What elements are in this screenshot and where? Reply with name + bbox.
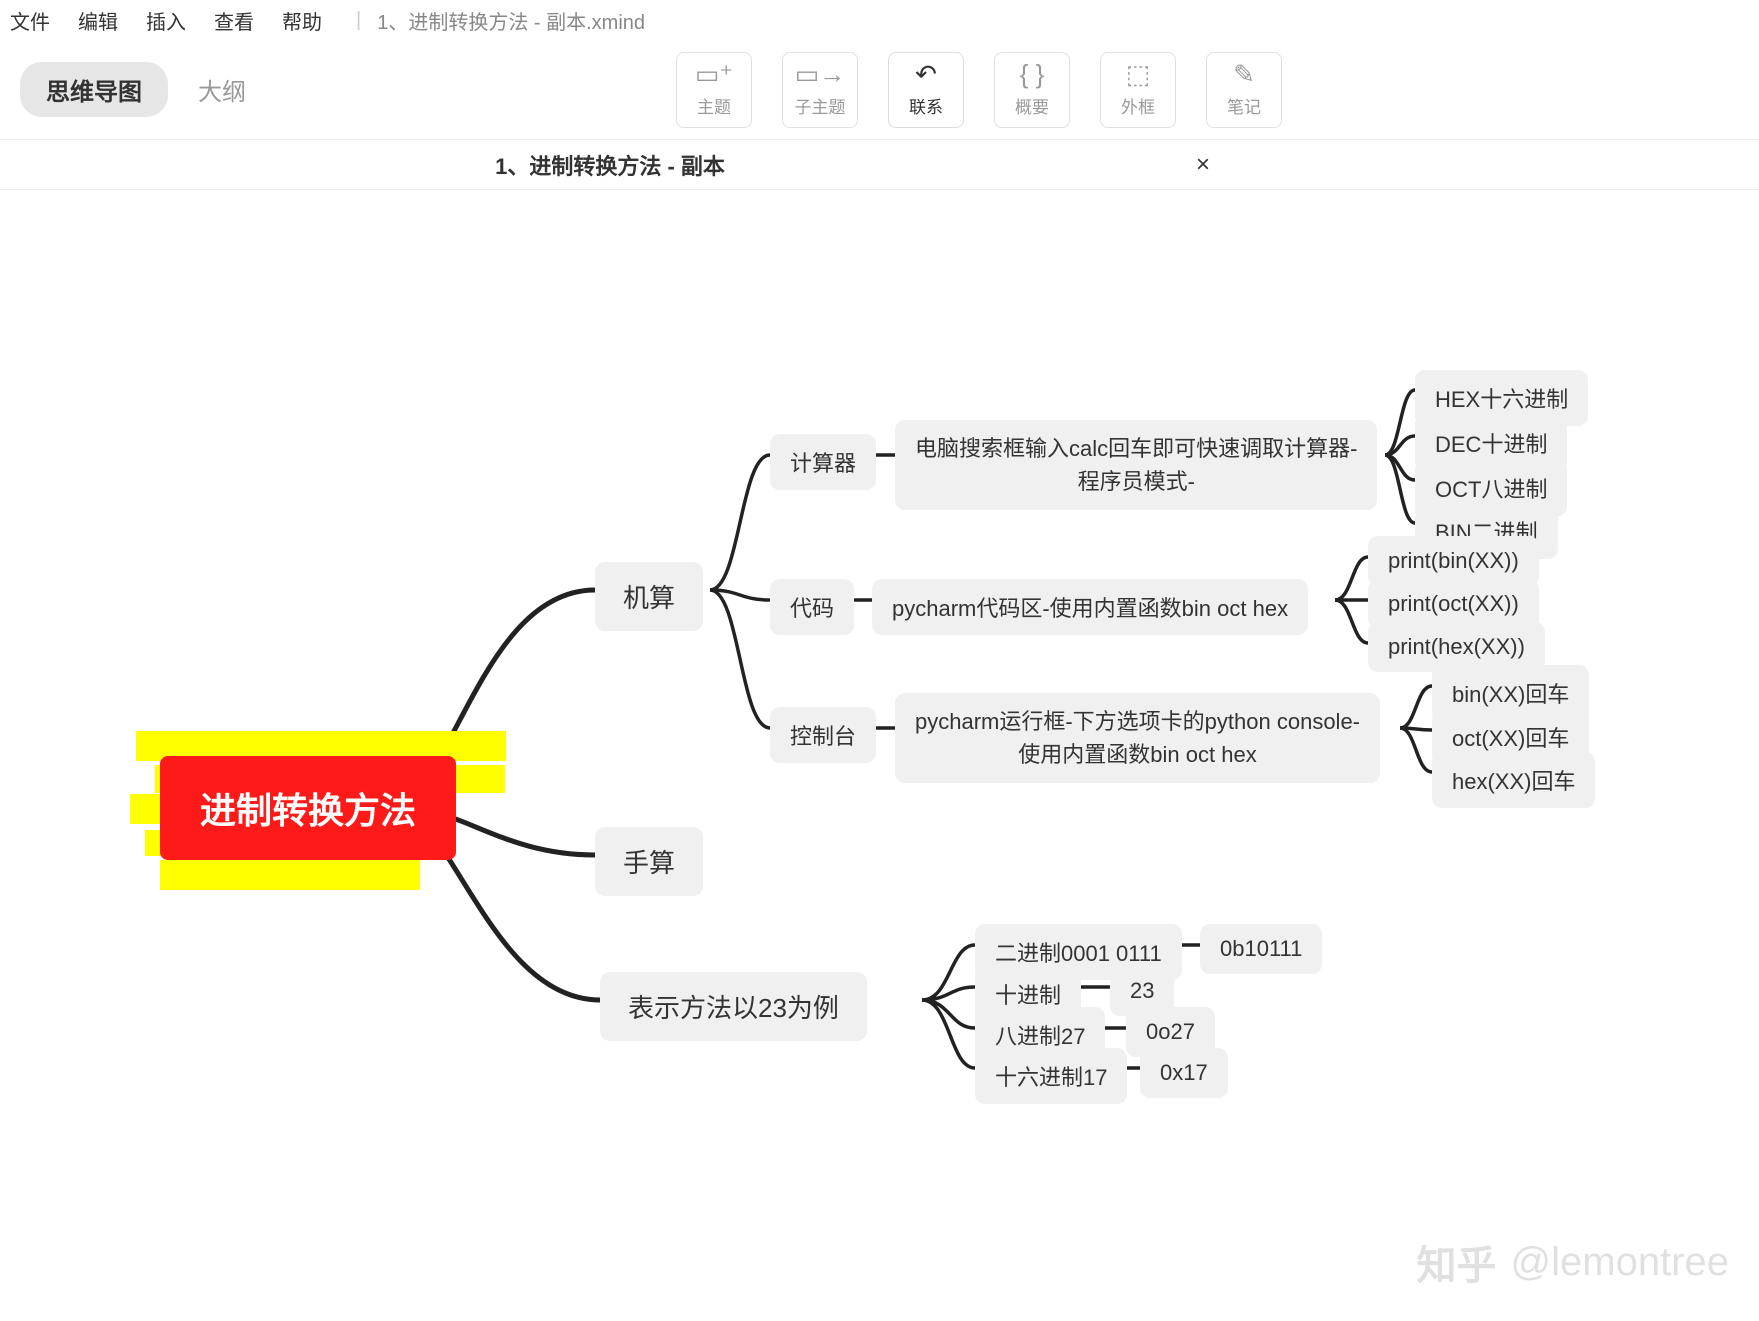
tabbar: 1、进制转换方法 - 副本 × <box>0 140 1759 190</box>
tool-topic-label: 主题 <box>697 93 731 118</box>
tool-topic[interactable]: ▭⁺ 主题 <box>676 52 752 128</box>
mindmap-canvas[interactable]: 进制转换方法 机算 手算 表示方法以23为例 计算器 电脑搜索框输入calc回车… <box>0 190 1759 1321</box>
tab-close-icon[interactable]: × <box>1196 151 1210 179</box>
tool-summary-label: 概要 <box>1015 93 1049 118</box>
topic-icon: ▭⁺ <box>695 61 733 87</box>
node-console-desc[interactable]: pycharm运行框-下方选项卡的python console- 使用内置函数b… <box>895 693 1380 783</box>
menu-edit[interactable]: 编辑 <box>78 6 118 35</box>
tab-title: 1、进制转换方法 - 副本 <box>495 149 725 181</box>
node-machine[interactable]: 机算 <box>595 562 703 631</box>
toolbar: 思维导图 大纲 ▭⁺ 主题 ▭→ 子主题 ↶ 联系 { } 概要 ⬚ 外框 ✎ … <box>0 40 1759 140</box>
menubar: 文件 编辑 插入 查看 帮助 1、进制转换方法 - 副本.xmind <box>0 0 1759 40</box>
tool-notes[interactable]: ✎ 笔记 <box>1206 52 1282 128</box>
relationship-icon: ↶ <box>915 61 937 87</box>
node-root[interactable]: 进制转换方法 <box>160 756 456 860</box>
node-notation-bin-v[interactable]: 0b10111 <box>1200 924 1322 974</box>
node-code[interactable]: 代码 <box>770 579 854 635</box>
notes-icon: ✎ <box>1233 61 1255 87</box>
menu-view[interactable]: 查看 <box>214 6 254 35</box>
tool-relationship[interactable]: ↶ 联系 <box>888 52 964 128</box>
node-code-desc[interactable]: pycharm代码区-使用内置函数bin oct hex <box>872 579 1308 635</box>
node-notation[interactable]: 表示方法以23为例 <box>600 972 867 1041</box>
menu-insert[interactable]: 插入 <box>146 6 186 35</box>
view-outline-toggle[interactable]: 大纲 <box>188 62 256 117</box>
node-calc[interactable]: 计算器 <box>770 434 876 490</box>
tool-buttons: ▭⁺ 主题 ▭→ 子主题 ↶ 联系 { } 概要 ⬚ 外框 ✎ 笔记 <box>676 52 1282 128</box>
document-tab[interactable]: 1、进制转换方法 - 副本 × <box>0 140 1260 189</box>
node-console[interactable]: 控制台 <box>770 707 876 763</box>
summary-icon: { } <box>1020 61 1045 87</box>
view-toggle: 思维导图 大纲 <box>20 62 256 117</box>
node-notation-hex-v[interactable]: 0x17 <box>1140 1048 1228 1098</box>
node-console-hex[interactable]: hex(XX)回车 <box>1432 752 1595 808</box>
tool-relationship-label: 联系 <box>909 93 943 118</box>
tool-boundary-label: 外框 <box>1121 93 1155 118</box>
node-calc-desc[interactable]: 电脑搜索框输入calc回车即可快速调取计算器- 程序员模式- <box>895 420 1377 510</box>
window-filename: 1、进制转换方法 - 副本.xmind <box>356 6 645 35</box>
tool-subtopic[interactable]: ▭→ 子主题 <box>782 52 858 128</box>
node-notation-hex-k[interactable]: 十六进制17 <box>975 1048 1127 1104</box>
nodes-layer: 进制转换方法 机算 手算 表示方法以23为例 计算器 电脑搜索框输入calc回车… <box>0 190 1759 1321</box>
subtopic-icon: ▭→ <box>795 61 846 87</box>
menu-file[interactable]: 文件 <box>10 6 50 35</box>
tool-notes-label: 笔记 <box>1227 93 1261 118</box>
tool-subtopic-label: 子主题 <box>795 93 846 118</box>
tool-summary[interactable]: { } 概要 <box>994 52 1070 128</box>
menu-help[interactable]: 帮助 <box>282 6 322 35</box>
node-manual[interactable]: 手算 <box>595 827 703 896</box>
tool-boundary[interactable]: ⬚ 外框 <box>1100 52 1176 128</box>
view-mindmap-toggle[interactable]: 思维导图 <box>20 62 168 117</box>
boundary-icon: ⬚ <box>1126 61 1151 87</box>
